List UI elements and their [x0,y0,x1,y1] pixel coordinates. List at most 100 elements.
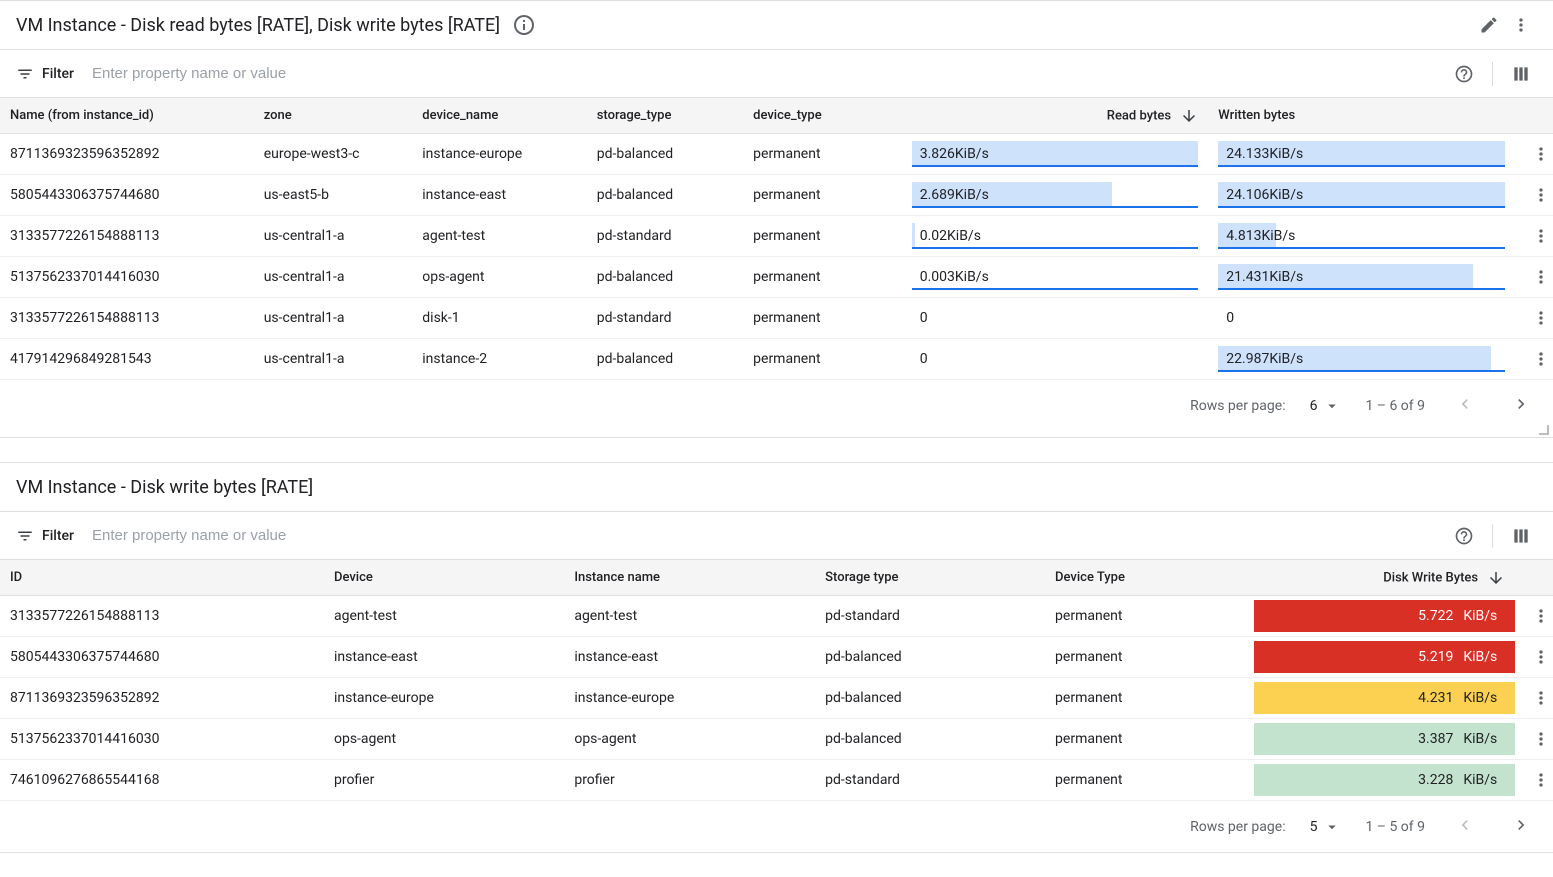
cell-device-name: agent-test [412,216,586,257]
cell-device-type: permanent [1045,719,1254,760]
row-more-button[interactable] [1525,138,1553,170]
panel1-table: Name (from instance_id) zone device_name… [0,97,1553,380]
cell-id: 7461096276865544168 [0,760,324,801]
cell-id: 5137562337014416030 [0,719,324,760]
col-read-bytes[interactable]: Read bytes [902,98,1209,134]
cell-storage-type: pd-balanced [587,257,743,298]
dropdown-icon [1323,397,1341,415]
metric-cell: 0 [1208,298,1515,339]
next-page-button[interactable] [1505,388,1537,423]
metric-cell: 0.003KiB/s [902,257,1209,298]
panel1-title: VM Instance - Disk read bytes [RATE], Di… [16,15,500,36]
col-zone[interactable]: zone [254,98,413,134]
col-instance[interactable]: Instance name [564,560,815,596]
rpp-label: Rows per page: [1190,398,1285,414]
cell-zone: europe-west3-c [254,134,413,175]
row-more-button[interactable] [1525,261,1553,293]
cell-disk-write: 3.228KiB/s [1254,760,1515,801]
panel1-header: VM Instance - Disk read bytes [RATE], Di… [0,1,1553,49]
table-row[interactable]: 5805443306375744680us-east5-binstance-ea… [0,175,1553,216]
panel1-filter-input[interactable] [90,64,1440,83]
cell-device-type: permanent [743,134,902,175]
resize-handle[interactable] [0,431,1553,437]
row-actions [1515,719,1553,760]
columns-button[interactable] [1505,58,1537,90]
col-device-name[interactable]: device_name [412,98,586,134]
table-row[interactable]: 5805443306375744680instance-eastinstance… [0,637,1553,678]
cell-device-name: instance-2 [412,339,586,380]
table-row[interactable]: 3133577226154888113agent-testagent-testp… [0,596,1553,637]
metric-cell: 3.826KiB/s [902,134,1209,175]
row-more-button[interactable] [1525,220,1553,252]
cell-zone: us-central1-a [254,257,413,298]
table-header-row: ID Device Instance name Storage type Dev… [0,560,1553,596]
more-button[interactable] [1505,9,1537,41]
row-more-button[interactable] [1525,343,1553,375]
cell-device-name: ops-agent [412,257,586,298]
row-actions [1515,298,1553,339]
row-more-button[interactable] [1525,641,1553,673]
cell-instance: instance-europe [564,678,815,719]
cell-instance: agent-test [564,596,815,637]
cell-device-type: permanent [743,339,902,380]
prev-page-button[interactable] [1449,809,1481,844]
metric-cell: 0 [902,298,1209,339]
col-disk-write-bytes[interactable]: Disk Write Bytes [1254,560,1515,596]
table-row[interactable]: 5137562337014416030us-central1-aops-agen… [0,257,1553,298]
panel2-header: VM Instance - Disk write bytes [RATE] [0,463,1553,511]
next-page-button[interactable] [1505,809,1537,844]
cell-device: agent-test [324,596,564,637]
rpp-select[interactable]: 5 [1310,818,1342,836]
edit-button[interactable] [1473,9,1505,41]
help-button[interactable] [1448,520,1480,552]
cell-device: instance-east [324,637,564,678]
rpp-select[interactable]: 6 [1310,397,1342,415]
cell-disk-write: 5.219KiB/s [1254,637,1515,678]
col-storage-type[interactable]: Storage type [815,560,1045,596]
row-more-button[interactable] [1525,179,1553,211]
row-actions [1515,175,1553,216]
col-id[interactable]: ID [0,560,324,596]
row-more-button[interactable] [1525,302,1553,334]
table-row[interactable]: 3133577226154888113us-central1-adisk-1pd… [0,298,1553,339]
table-row[interactable]: 3133577226154888113us-central1-aagent-te… [0,216,1553,257]
row-actions [1515,637,1553,678]
table-header-row: Name (from instance_id) zone device_name… [0,98,1553,134]
row-actions [1515,134,1553,175]
filter-label: Filter [42,66,74,82]
row-actions [1515,216,1553,257]
table-row[interactable]: 5137562337014416030ops-agentops-agentpd-… [0,719,1553,760]
col-device[interactable]: Device [324,560,564,596]
col-device-type[interactable]: Device Type [1045,560,1254,596]
columns-button[interactable] [1505,520,1537,552]
cell-storage-type: pd-standard [815,596,1045,637]
col-storage-type[interactable]: storage_type [587,98,743,134]
cell-storage-type: pd-balanced [587,134,743,175]
row-more-button[interactable] [1525,682,1553,714]
table-row[interactable]: 417914296849281543us-central1-ainstance-… [0,339,1553,380]
col-written-bytes[interactable]: Written bytes [1208,98,1515,134]
cell-device-type: permanent [1045,596,1254,637]
cell-name: 3133577226154888113 [0,216,254,257]
help-button[interactable] [1448,58,1480,90]
row-more-button[interactable] [1525,600,1553,632]
col-name[interactable]: Name (from instance_id) [0,98,254,134]
table-row[interactable]: 7461096276865544168profierprofierpd-stan… [0,760,1553,801]
info-icon[interactable] [512,13,536,37]
table-row[interactable]: 8711369323596352892europe-west3-cinstanc… [0,134,1553,175]
row-more-button[interactable] [1525,723,1553,755]
cell-storage-type: pd-balanced [587,175,743,216]
cell-storage-type: pd-balanced [815,637,1045,678]
cell-name: 3133577226154888113 [0,298,254,339]
prev-page-button[interactable] [1449,388,1481,423]
panel2-filter-input[interactable] [90,526,1440,545]
cell-device-type: permanent [1045,760,1254,801]
row-actions [1515,760,1553,801]
cell-instance: ops-agent [564,719,815,760]
table-row[interactable]: 8711369323596352892instance-europeinstan… [0,678,1553,719]
col-device-type[interactable]: device_type [743,98,902,134]
row-more-button[interactable] [1525,764,1553,796]
row-actions [1515,257,1553,298]
cell-storage-type: pd-standard [587,216,743,257]
divider [1492,62,1493,86]
